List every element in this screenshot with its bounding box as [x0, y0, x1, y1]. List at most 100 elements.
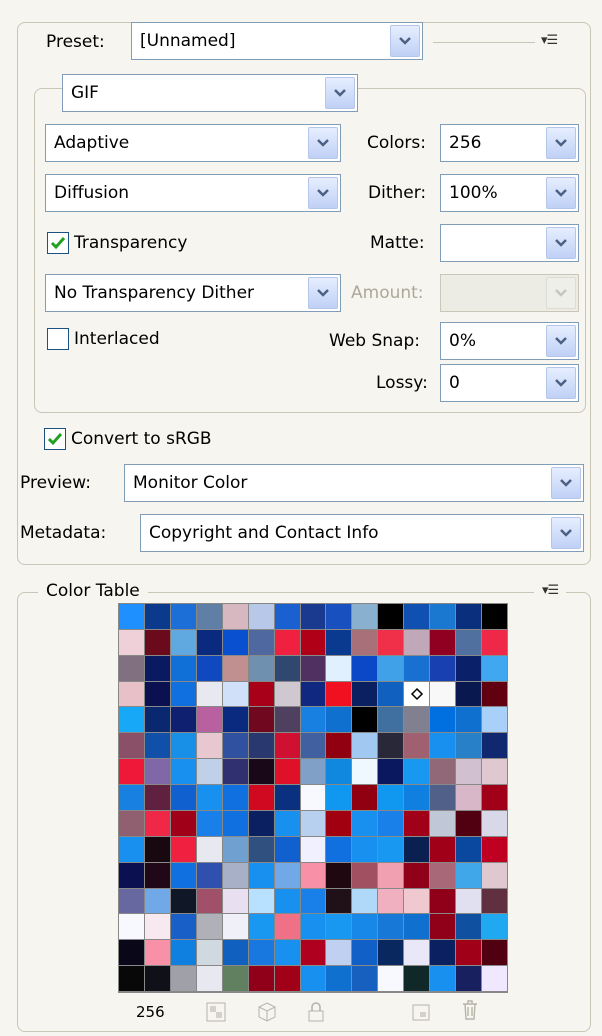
color-swatch[interactable]: [378, 966, 404, 991]
color-swatch[interactable]: [300, 914, 326, 940]
preset-select[interactable]: [Unnamed]: [131, 22, 423, 60]
color-swatch[interactable]: [144, 733, 170, 759]
color-swatch[interactable]: [326, 733, 352, 759]
color-swatch[interactable]: [378, 862, 404, 888]
color-swatch[interactable]: [119, 733, 144, 759]
color-swatch[interactable]: [248, 604, 274, 629]
color-swatch[interactable]: [248, 966, 274, 991]
color-swatch[interactable]: [326, 888, 352, 914]
color-swatch[interactable]: [404, 940, 430, 966]
color-swatch[interactable]: [430, 759, 456, 785]
color-swatch[interactable]: [430, 888, 456, 914]
color-swatch[interactable]: [274, 914, 300, 940]
color-swatch[interactable]: [430, 836, 456, 862]
color-swatch[interactable]: [248, 785, 274, 810]
color-swatch[interactable]: [222, 733, 248, 759]
color-swatch[interactable]: [144, 966, 170, 991]
color-swatch[interactable]: [170, 655, 196, 681]
color-swatch[interactable]: [326, 629, 352, 655]
color-swatch[interactable]: [456, 888, 482, 914]
matte-select[interactable]: [440, 224, 579, 262]
color-swatch[interactable]: [456, 759, 482, 785]
color-swatch[interactable]: [170, 966, 196, 991]
convert-srgb-label[interactable]: Convert to sRGB: [71, 420, 212, 458]
color-swatch[interactable]: [482, 966, 507, 991]
color-swatch[interactable]: [482, 940, 507, 966]
lock-color-icon[interactable]: [305, 1001, 327, 1023]
color-swatch[interactable]: [378, 629, 404, 655]
color-swatch[interactable]: [196, 759, 222, 785]
color-swatch[interactable]: [482, 914, 507, 940]
color-swatch[interactable]: [248, 759, 274, 785]
color-swatch[interactable]: [430, 914, 456, 940]
color-swatch[interactable]: [482, 707, 507, 733]
color-swatch[interactable]: [119, 862, 144, 888]
color-swatch[interactable]: [456, 681, 482, 707]
color-swatch[interactable]: [482, 759, 507, 785]
color-swatch[interactable]: [326, 810, 352, 836]
color-swatch[interactable]: [222, 681, 248, 707]
color-swatch[interactable]: [456, 914, 482, 940]
color-swatch[interactable]: [456, 629, 482, 655]
color-swatch[interactable]: [378, 836, 404, 862]
color-swatch[interactable]: [196, 914, 222, 940]
color-swatch[interactable]: [222, 940, 248, 966]
color-swatch[interactable]: [430, 707, 456, 733]
color-swatch[interactable]: [352, 707, 378, 733]
color-swatch[interactable]: [119, 785, 144, 810]
format-select[interactable]: GIF: [62, 74, 358, 112]
color-swatch[interactable]: [144, 862, 170, 888]
color-swatch[interactable]: [144, 888, 170, 914]
color-swatch[interactable]: [430, 604, 456, 629]
color-swatch[interactable]: [274, 940, 300, 966]
color-swatch[interactable]: [119, 888, 144, 914]
color-swatch[interactable]: [196, 707, 222, 733]
color-swatch[interactable]: [482, 733, 507, 759]
color-swatch[interactable]: [170, 785, 196, 810]
color-swatch[interactable]: [222, 629, 248, 655]
color-swatch[interactable]: [144, 655, 170, 681]
color-swatch[interactable]: [482, 629, 507, 655]
color-swatch[interactable]: [482, 862, 507, 888]
color-swatch[interactable]: [274, 629, 300, 655]
color-swatch[interactable]: [482, 888, 507, 914]
color-swatch[interactable]: [144, 681, 170, 707]
color-swatch[interactable]: [222, 604, 248, 629]
color-swatch[interactable]: [378, 604, 404, 629]
color-swatch[interactable]: [144, 785, 170, 810]
color-swatch[interactable]: [430, 629, 456, 655]
color-swatch[interactable]: [378, 733, 404, 759]
color-swatch[interactable]: [300, 629, 326, 655]
color-swatch[interactable]: [144, 836, 170, 862]
color-swatch[interactable]: [274, 707, 300, 733]
convert-srgb-checkbox[interactable]: [44, 428, 66, 450]
lossy-select[interactable]: 0: [440, 364, 579, 402]
transparency-checkbox[interactable]: [47, 232, 69, 254]
color-swatch[interactable]: [482, 836, 507, 862]
color-swatch[interactable]: [352, 759, 378, 785]
color-swatch[interactable]: [274, 785, 300, 810]
color-swatch[interactable]: [456, 733, 482, 759]
colors-select[interactable]: 256: [440, 124, 579, 162]
color-swatch[interactable]: [404, 681, 430, 707]
color-swatch[interactable]: [119, 810, 144, 836]
color-swatch[interactable]: [274, 681, 300, 707]
color-swatch[interactable]: [456, 707, 482, 733]
color-swatch[interactable]: [404, 733, 430, 759]
color-swatch[interactable]: [404, 888, 430, 914]
color-swatch[interactable]: [248, 681, 274, 707]
color-swatch[interactable]: [300, 966, 326, 991]
color-swatch[interactable]: [170, 681, 196, 707]
color-swatch[interactable]: [300, 707, 326, 733]
color-swatch[interactable]: [456, 940, 482, 966]
color-swatch[interactable]: [456, 655, 482, 681]
color-swatch[interactable]: [430, 810, 456, 836]
color-swatch[interactable]: [326, 759, 352, 785]
color-swatch[interactable]: [482, 604, 507, 629]
color-swatch[interactable]: [378, 785, 404, 810]
color-swatch[interactable]: [326, 966, 352, 991]
color-swatch[interactable]: [378, 914, 404, 940]
color-swatch[interactable]: [482, 785, 507, 810]
color-swatch[interactable]: [482, 810, 507, 836]
map-transparency-icon[interactable]: [205, 1001, 227, 1023]
